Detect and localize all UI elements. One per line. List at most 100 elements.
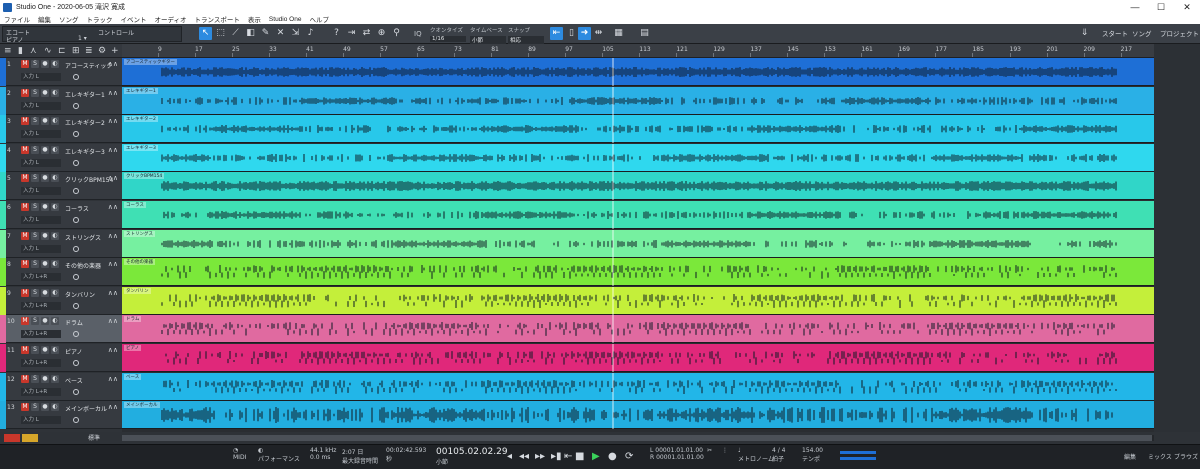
track-name[interactable]: その他の楽器	[65, 261, 113, 270]
solo-button[interactable]: S	[31, 288, 39, 297]
monitor-button[interactable]: ◐	[51, 203, 59, 211]
ruler-icon[interactable]: ≣	[85, 46, 93, 56]
rewind-icon[interactable]: ◂◂	[519, 451, 529, 462]
timebase-field[interactable]: タイムベース 小節	[470, 26, 506, 44]
monitor-button[interactable]: ◐	[51, 88, 59, 97]
forward-icon[interactable]: ▸▸	[535, 451, 545, 462]
instrument-icon[interactable]	[73, 245, 79, 252]
instrument-icon[interactable]	[73, 188, 79, 195]
monitor-button[interactable]: ◐	[51, 317, 59, 326]
menu-item[interactable]: ファイル	[4, 14, 30, 24]
input-selector[interactable]: 入力 L	[21, 216, 61, 224]
solo-button[interactable]: S	[31, 231, 39, 240]
record-arm-button[interactable]: ●	[41, 88, 49, 97]
track-header[interactable]: 11 M S ● ◐ ピアノ ∧∧ 入力 L+R	[0, 344, 122, 372]
mute-tool-icon[interactable]: ✕	[274, 27, 287, 40]
listen-tool-icon[interactable]: ♪	[304, 27, 317, 40]
track-color-strip[interactable]	[0, 58, 6, 86]
record-arm-button[interactable]: ●	[41, 317, 49, 326]
track-header[interactable]: 12 M S ● ◐ ベース ∧∧ 入力 L+R	[0, 372, 122, 401]
solo-button[interactable]: S	[31, 88, 39, 97]
input-selector[interactable]: 入力 L	[21, 73, 61, 81]
zoom-label[interactable]: 標準	[88, 433, 100, 442]
tempo-box[interactable]: 154.00 テンポ	[802, 447, 823, 463]
input-selector[interactable]: 入力 L	[21, 130, 61, 139]
record-arm-button[interactable]: ●	[41, 346, 49, 354]
loop-button[interactable]: ⟳	[625, 451, 633, 462]
track-lane[interactable]: ドラム	[122, 315, 1154, 344]
instrument-icon[interactable]	[73, 131, 79, 138]
record-arm-button[interactable]: ●	[41, 145, 49, 154]
monitor-button[interactable]: ◐	[51, 288, 59, 297]
record-arm-button[interactable]: ●	[41, 203, 49, 211]
input-selector[interactable]: 入力 L	[21, 416, 61, 425]
split-view-icon[interactable]: ⇹	[592, 27, 605, 40]
input-selector[interactable]: 入力 L+R	[21, 387, 61, 396]
record-button[interactable]: ●	[608, 451, 617, 462]
solo-button[interactable]: S	[31, 317, 39, 326]
track-name[interactable]: ベース	[65, 376, 113, 385]
instrument-icon[interactable]	[73, 360, 79, 366]
instrument-icon[interactable]	[73, 302, 79, 309]
bend-tool-icon[interactable]: ⇲	[289, 27, 302, 40]
quantize-value[interactable]: 1/16	[430, 36, 466, 42]
track-lane[interactable]: エレキギター2	[122, 115, 1154, 144]
monitor-button[interactable]: ◐	[51, 374, 59, 383]
solo-button[interactable]: S	[31, 260, 39, 269]
menu-item[interactable]: オーディオ	[155, 14, 187, 24]
snap-toggle-icon[interactable]: ⇤	[550, 27, 563, 40]
minimize-button[interactable]: —	[1122, 0, 1148, 14]
instrument-icon[interactable]	[73, 417, 79, 424]
track-lane[interactable]: ストリングス	[122, 229, 1154, 258]
input-selector[interactable]: 入力 L+R	[21, 301, 61, 310]
quantize-field[interactable]: クオンタイズ 1/16	[430, 26, 466, 42]
track-color-strip[interactable]	[0, 115, 6, 144]
automation-icon[interactable]: ∧∧	[108, 375, 118, 383]
solo-button[interactable]: S	[31, 117, 39, 126]
help-icon[interactable]: ?	[330, 27, 343, 40]
curve-icon[interactable]: ∿	[44, 46, 52, 56]
mute-button[interactable]: M	[21, 346, 29, 354]
track-color-strip[interactable]	[0, 172, 6, 201]
mute-button[interactable]: M	[21, 317, 29, 326]
range-tool-icon[interactable]: ⬚	[214, 27, 227, 40]
mute-button[interactable]: M	[21, 88, 29, 97]
record-arm-button[interactable]: ●	[41, 117, 49, 126]
menu-item[interactable]: 編集	[38, 14, 51, 24]
record-arm-button[interactable]: ●	[41, 260, 49, 269]
monitor-button[interactable]: ◐	[51, 260, 59, 269]
mute-button[interactable]: M	[21, 288, 29, 297]
monitor-button[interactable]: ◐	[51, 403, 59, 412]
track-name[interactable]: エレキギター1	[65, 90, 113, 99]
record-arm-button[interactable]: ●	[41, 174, 49, 183]
track-name[interactable]: タンバリン	[65, 290, 113, 299]
monitor-button[interactable]: ◐	[51, 117, 59, 126]
track-color-strip[interactable]	[0, 143, 6, 172]
track-lane[interactable]: エレキギター1	[122, 86, 1154, 115]
input-selector[interactable]: 入力 L	[21, 244, 61, 253]
track-color-strip[interactable]	[0, 401, 6, 430]
monitor-button[interactable]: ◐	[51, 145, 59, 154]
track-header[interactable]: 1 M S ● ◐ アコースティックギター ∧∧ 入力 L	[0, 58, 122, 86]
autoscroll-icon[interactable]: ⇥	[345, 27, 358, 40]
track-name[interactable]: ドラム	[65, 318, 113, 327]
track-list-icon[interactable]: ≡	[4, 46, 12, 56]
track-lane[interactable]: ベース	[122, 372, 1154, 401]
track-header[interactable]: 7 M S ● ◐ ストリングス ∧∧ 入力 L	[0, 229, 122, 258]
film-icon[interactable]: ▤	[638, 27, 651, 40]
monitor-button[interactable]: ◐	[51, 174, 59, 183]
menu-item[interactable]: トランスポート	[195, 14, 240, 24]
input-selector[interactable]: 入力 L	[21, 158, 61, 167]
track-header[interactable]: 3 M S ● ◐ エレキギター2 ∧∧ 入力 L	[0, 115, 122, 144]
arrange-view[interactable]: アコースティックギター エレキギター1 エレキギター2 エレキギター3 クリックBPM1…	[122, 58, 1154, 432]
track-color-strip[interactable]	[0, 286, 6, 315]
automation-icon[interactable]: ∧∧	[108, 60, 118, 68]
mute-button[interactable]: M	[21, 403, 29, 412]
track-header[interactable]: 9 M S ● ◐ タンバリン ∧∧ 入力 L+R	[0, 286, 122, 315]
track-name[interactable]: メインボーカル	[65, 404, 113, 413]
punch-icon[interactable]: ✂	[707, 447, 712, 454]
input-selector[interactable]: 入力 L+R	[21, 330, 61, 339]
signature-box[interactable]: 4 / 4 拍子	[772, 447, 785, 463]
track-name[interactable]: アコースティックギター	[65, 61, 113, 70]
solo-button[interactable]: S	[31, 174, 39, 183]
